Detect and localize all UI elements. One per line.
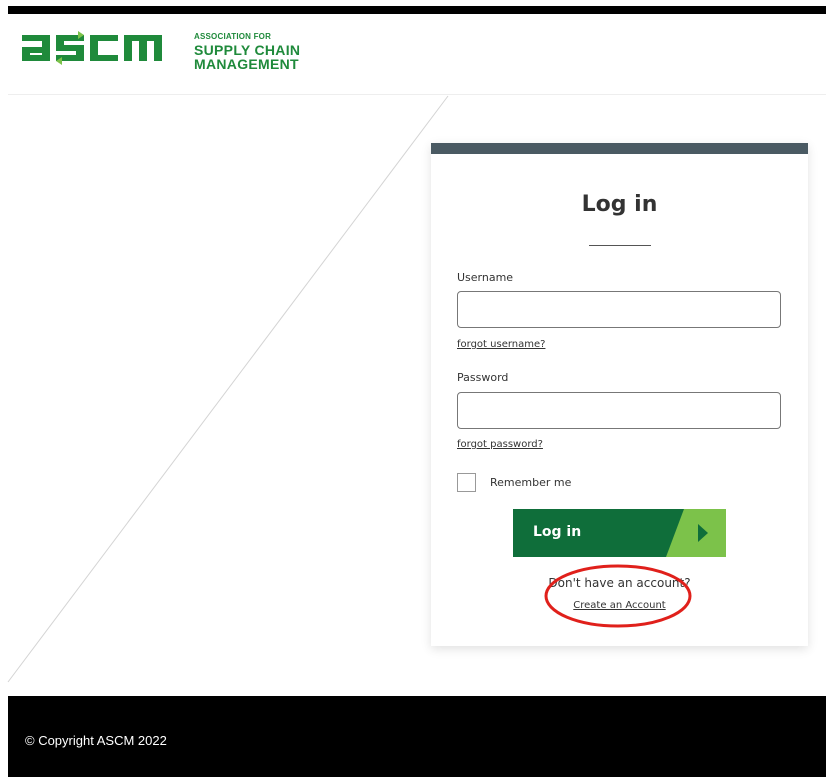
- login-button-label: Log in: [533, 524, 582, 540]
- username-input[interactable]: [457, 291, 781, 328]
- arrow-right-icon: [666, 509, 726, 557]
- site-footer: © Copyright ASCM 2022: [8, 696, 826, 777]
- title-divider: [589, 245, 651, 246]
- red-annotation-circle: [544, 564, 692, 628]
- ascm-wordmark: [22, 31, 162, 65]
- remember-me-label: Remember me: [490, 476, 572, 489]
- forgot-username-link[interactable]: forgot username?: [457, 339, 545, 350]
- login-title: Log in: [581, 192, 658, 217]
- logo-line-1: ASSOCIATION FOR: [194, 32, 272, 41]
- top-bar: [8, 6, 826, 14]
- password-label: Password: [457, 371, 509, 384]
- remember-me-checkbox[interactable]: [457, 473, 476, 492]
- username-label: Username: [457, 271, 514, 284]
- forgot-password-link[interactable]: forgot password?: [457, 439, 543, 450]
- login-button[interactable]: Log in: [513, 509, 726, 557]
- copyright-text: © Copyright ASCM 2022: [25, 733, 167, 748]
- password-input[interactable]: [457, 392, 781, 429]
- logo-line-2: SUPPLY CHAIN: [194, 42, 301, 58]
- logo-text: ASSOCIATION FOR SUPPLY CHAIN MANAGEMENT: [194, 32, 301, 72]
- logo-line-3: MANAGEMENT: [194, 56, 299, 72]
- ascm-logo[interactable]: ASSOCIATION FOR SUPPLY CHAIN MANAGEMENT: [22, 27, 312, 71]
